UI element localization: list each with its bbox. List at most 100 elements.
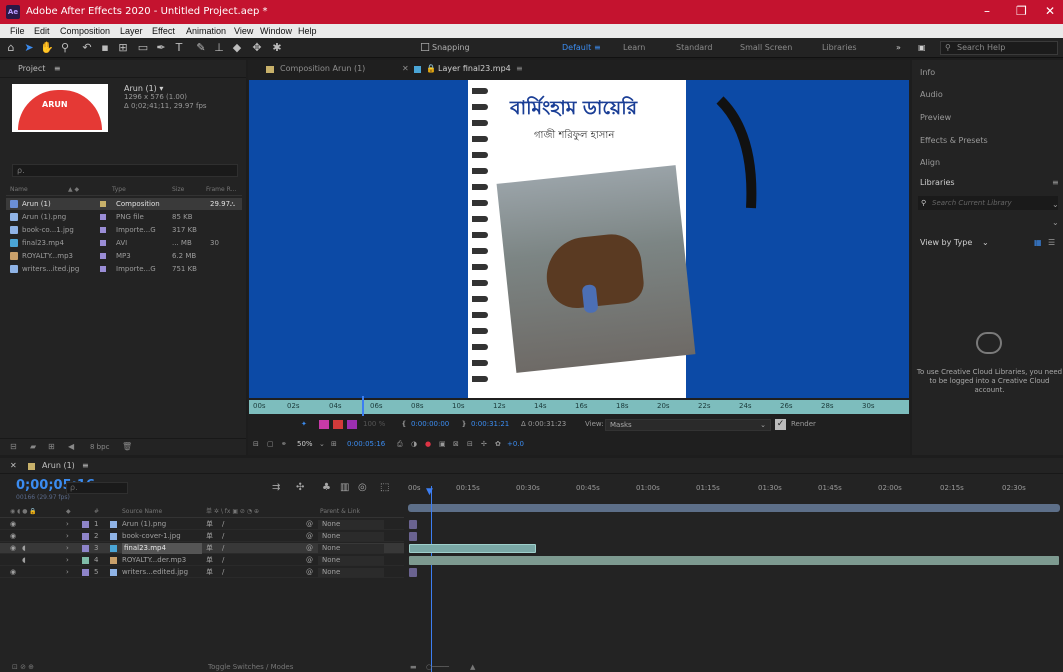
project-item-arun-comp[interactable]: Arun (1) Composition 29.97 ⛬ (6, 198, 242, 210)
audio-speaker-icon[interactable]: ◖ (22, 555, 26, 566)
grid-guides-icon[interactable]: ⊟ (467, 440, 473, 448)
magnification-value[interactable]: 50% (297, 440, 313, 448)
rotation-tool-icon[interactable]: ↶ (80, 41, 94, 55)
layer-name[interactable]: ROYALTY...der.mp3 (122, 555, 202, 566)
view-by-type-dropdown[interactable]: View by Type (920, 238, 972, 247)
out-point-bracket-icon[interactable]: ❵ (461, 420, 467, 428)
playhead-marker-icon[interactable]: ▼ (426, 487, 433, 497)
panel-effects-presets[interactable]: Effects & Presets (920, 136, 988, 145)
menu-help[interactable]: Help (298, 26, 317, 36)
workspace-learn[interactable]: Learn (623, 43, 645, 52)
layer-bar-final23[interactable] (409, 544, 536, 553)
parent-dropdown[interactable]: None (318, 568, 384, 577)
quality-switch-icon[interactable]: / (222, 531, 224, 542)
snapping-label[interactable]: Snapping (432, 43, 470, 52)
quality-switch-icon[interactable]: / (222, 555, 224, 566)
col-frame-rate[interactable]: Frame R... (206, 184, 236, 196)
mask-view-icon[interactable]: ⚭ (281, 440, 287, 448)
workspace-small-screen[interactable]: Small Screen (740, 43, 792, 52)
out-point-time[interactable]: 0:00:31:21 (471, 420, 509, 428)
layer-name[interactable]: book-cover-1.jpg (122, 531, 202, 542)
timeline-layer-row[interactable]: ◉ › 5 writers...edited.jpg 单 / @ None (0, 567, 404, 578)
puppet-tool-icon[interactable]: ✱ (270, 41, 284, 55)
pick-whip-icon[interactable]: @ (306, 531, 313, 542)
transparency-grid-icon[interactable]: ⊠ (453, 440, 459, 448)
show-snapshot-icon[interactable]: ◑ (411, 440, 417, 448)
visibility-eye-icon[interactable]: ◉ (10, 531, 16, 542)
label-col-icon[interactable]: ◆ (66, 506, 71, 518)
layer-name[interactable]: Arun (1).png (122, 519, 202, 530)
sort-icon[interactable]: ▲ ◆ (68, 184, 79, 196)
sync-settings-icon[interactable]: ▣ (918, 43, 926, 52)
project-item-royalty-mp3[interactable]: ROYALTY...mp3 MP3 6.2 MB (6, 250, 242, 262)
quality-switch-icon[interactable]: / (222, 567, 224, 578)
col-source-name[interactable]: Source Name (122, 506, 162, 518)
timeline-search-input[interactable]: ρ. (66, 482, 128, 494)
workspace-standard[interactable]: Standard (676, 43, 712, 52)
label-color-chip[interactable] (82, 545, 89, 552)
quality-switch-icon[interactable]: / (222, 543, 224, 554)
menu-effect[interactable]: Effect (152, 26, 175, 36)
zoom-in-icon[interactable]: ▲ (470, 663, 475, 672)
layer-time-ruler[interactable]: 00s 02s 04s 06s 08s 10s 12s 14s 16s 18s … (249, 400, 909, 414)
new-composition-icon[interactable]: ⊞ (48, 442, 55, 451)
menu-composition[interactable]: Composition (60, 26, 110, 36)
zoom-out-icon[interactable]: ▬ (410, 663, 417, 672)
workspace-menu-icon[interactable]: ≡ (594, 43, 601, 52)
frame-blending-icon[interactable]: ▥ (340, 482, 349, 493)
shy-switch-icon[interactable]: 单 (206, 567, 213, 578)
camera-tool-icon[interactable]: ▪ (98, 41, 112, 55)
pen-tool-icon[interactable]: ✒ (154, 41, 168, 55)
layer-bar-arun-png[interactable] (409, 520, 417, 529)
shy-switch-icon[interactable]: 单 (206, 543, 213, 554)
exposure-icon[interactable]: ✿ (495, 440, 501, 448)
menu-edit[interactable]: Edit (34, 26, 50, 36)
flowchart-icon[interactable]: ⛬ (230, 198, 235, 210)
eraser-tool-icon[interactable]: ◆ (230, 41, 244, 55)
clone-stamp-tool-icon[interactable]: ⊥ (212, 41, 226, 55)
viewer-canvas[interactable]: বার্মিংহাম ডায়েরি গাজী শরিফুল হাসান (249, 80, 909, 398)
channel-red-icon[interactable] (319, 420, 329, 429)
in-point-time[interactable]: 0:00:00:00 (411, 420, 449, 428)
fit-resolution-icon[interactable]: ⊞ (331, 440, 337, 448)
label-color-chip[interactable] (82, 569, 89, 576)
project-item-arun-png[interactable]: Arun (1).png PNG file 85 KB (6, 211, 242, 223)
parent-dropdown[interactable]: None (318, 556, 384, 565)
exposure-value[interactable]: +0.0 (507, 440, 524, 448)
timeline-tab-label[interactable]: Arun (1) (42, 458, 75, 474)
timeline-layer-row[interactable]: ◉ › 2 book-cover-1.jpg 单 / @ None (0, 531, 404, 542)
layer-name[interactable]: writers...edited.jpg (122, 567, 202, 578)
pick-whip-icon[interactable]: @ (306, 567, 313, 578)
hand-tool-icon[interactable]: ✋ (40, 41, 54, 55)
parent-dropdown[interactable]: None (318, 520, 384, 529)
timeline-time-ruler[interactable]: 00s 00:15s 00:30s 00:45s 01:00s 01:15s 0… (406, 480, 1063, 506)
close-tab-icon[interactable]: ✕ (10, 458, 17, 474)
trash-icon[interactable]: 🗑 (122, 442, 132, 451)
render-checkbox[interactable]: ✓ (775, 419, 786, 430)
in-point-bracket-icon[interactable]: ❴ (401, 420, 407, 428)
close-tab-icon[interactable]: ✕ (402, 64, 409, 73)
project-search-input[interactable]: ρ. (12, 164, 238, 177)
label-color-chip[interactable] (82, 521, 89, 528)
label-color-swatch[interactable] (100, 253, 106, 259)
lock-icon[interactable]: 🔒 (426, 64, 436, 73)
comp-name[interactable]: Arun (1) ▾ (124, 84, 207, 93)
bit-depth-label[interactable]: 8 bpc (90, 443, 109, 451)
work-area-bar[interactable] (408, 504, 1060, 512)
chevron-down-icon[interactable]: ⌄ (982, 238, 989, 247)
view-dropdown[interactable]: Masks ⌄ (605, 419, 771, 431)
project-item-book-cover[interactable]: book-co...1.jpg Importe...G 317 KB (6, 224, 242, 236)
panel-info[interactable]: Info (920, 68, 935, 77)
draft-3d-icon[interactable]: ✣ (296, 482, 304, 493)
tab-layer[interactable]: Layer final23.mp4 (438, 64, 511, 73)
interpret-footage-icon[interactable]: ⊟ (10, 442, 17, 451)
project-settings-icon[interactable]: ◀ (68, 442, 74, 451)
panel-align[interactable]: Align (920, 158, 940, 167)
home-icon[interactable]: ⌂ (4, 41, 18, 55)
menu-file[interactable]: File (10, 26, 25, 36)
current-time[interactable]: 0:00:05:16 (347, 440, 385, 448)
zoom-slider[interactable]: ○──── (426, 663, 449, 672)
label-color-chip[interactable] (82, 533, 89, 540)
hide-shy-layers-icon[interactable]: ♣ (322, 482, 331, 493)
zoom-tool-icon[interactable]: ⚲ (58, 41, 72, 55)
